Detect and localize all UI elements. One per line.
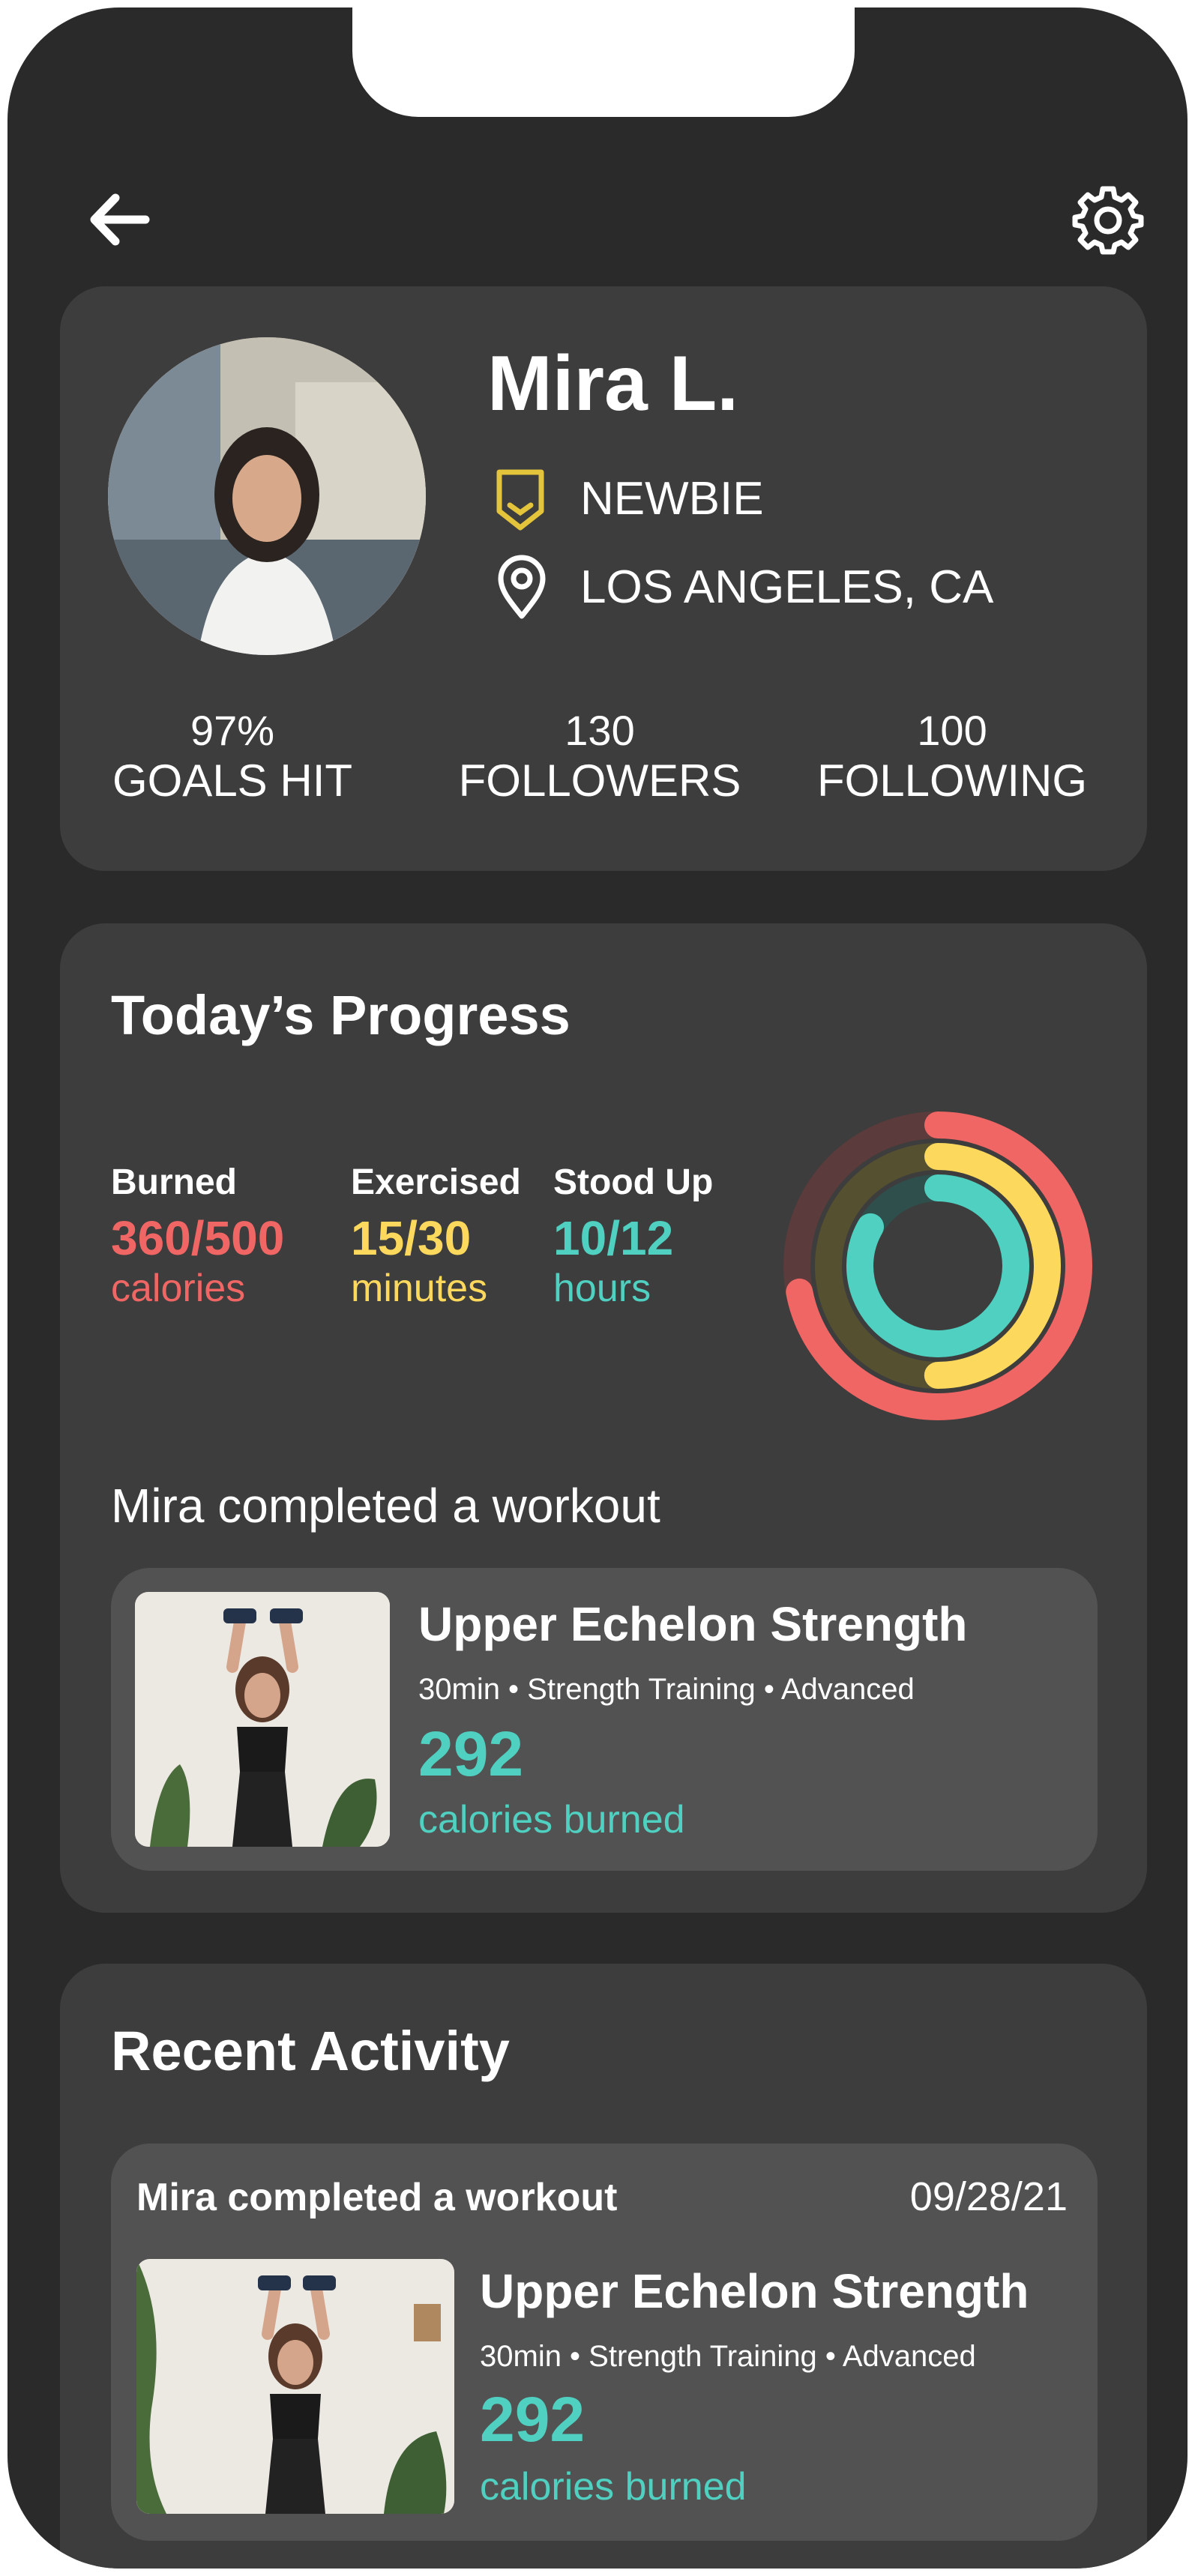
activity-workout-meta: 30min • Strength Training • Advanced [480,2340,976,2373]
stat-followers[interactable]: 130 FOLLOWERS [450,706,750,806]
activity-photo [136,2259,454,2514]
metric-label: Stood Up [553,1162,714,1202]
metric-label: Exercised [351,1162,521,1202]
workout-card[interactable]: Upper Echelon Strength 30min • Strength … [111,1568,1098,1871]
stat-label: GOALS HIT [112,755,353,806]
back-button[interactable] [85,186,153,253]
metric-unit: hours [553,1267,651,1310]
metric-exercised: Exercised 15/30 minutes [351,1162,521,1311]
stat-value: 97% [190,707,275,754]
stat-value: 100 [917,707,987,754]
activity-workout-calories: 292 [480,2384,586,2455]
metric-burned: Burned 360/500 calories [111,1162,284,1311]
settings-button[interactable] [1072,183,1144,255]
activity-thumbnail [136,2259,454,2514]
stat-goals-hit[interactable]: 97% GOALS HIT [105,706,360,806]
activity-rings [783,1111,1092,1420]
device-notch [352,7,855,117]
activity-workout-calories-label: calories burned [480,2465,747,2509]
metric-unit: calories [111,1267,246,1310]
stat-label: FOLLOWERS [458,755,741,806]
avatar[interactable] [108,337,426,655]
location-label: LOS ANGELES, CA [580,561,994,613]
metric-value: 10/12 [553,1211,674,1265]
progress-card: Today’s Progress Burned 360/500 calories… [60,923,1147,1913]
location-pin-icon [498,555,546,619]
workout-title: Upper Echelon Strength [418,1597,968,1651]
phone-screen: Mira L. NEWBIE LOS ANGELES, CA 97% GOALS… [7,7,1188,2569]
activity-item[interactable]: Mira completed a workout 09/28/21 Upper … [111,2144,1098,2541]
profile-card: Mira L. NEWBIE LOS ANGELES, CA 97% GOALS… [60,286,1147,871]
stat-following[interactable]: 100 FOLLOWING [802,706,1102,806]
gear-icon [1072,186,1144,255]
metric-value: 360/500 [111,1211,285,1265]
profile-name: Mira L. [487,340,739,427]
metric-stood-up: Stood Up 10/12 hours [553,1162,713,1311]
metric-value: 15/30 [351,1211,472,1265]
rank-badge-icon [496,469,544,531]
progress-title: Today’s Progress [111,984,571,1046]
workout-calories: 292 [418,1719,524,1789]
recent-title: Recent Activity [111,2020,510,2082]
workout-calories-label: calories burned [418,1798,685,1841]
recent-activity-card: Recent Activity Mira completed a workout… [60,1964,1147,2569]
metric-label: Burned [111,1162,237,1202]
workout-photo [135,1592,390,1847]
activity-text: Mira completed a workout [136,2176,618,2219]
activity-date: 09/28/21 [909,2174,1068,2219]
completed-workout-text: Mira completed a workout [111,1479,660,1533]
metric-unit: minutes [351,1267,488,1310]
avatar-photo [108,337,426,655]
stat-value: 130 [565,707,635,754]
arrow-left-icon [90,193,150,246]
workout-meta: 30min • Strength Training • Advanced [418,1673,915,1706]
workout-thumbnail [135,1592,390,1847]
stat-label: FOLLOWING [816,755,1088,806]
rank-label: NEWBIE [580,473,764,525]
activity-workout-title: Upper Echelon Strength [480,2264,1029,2318]
